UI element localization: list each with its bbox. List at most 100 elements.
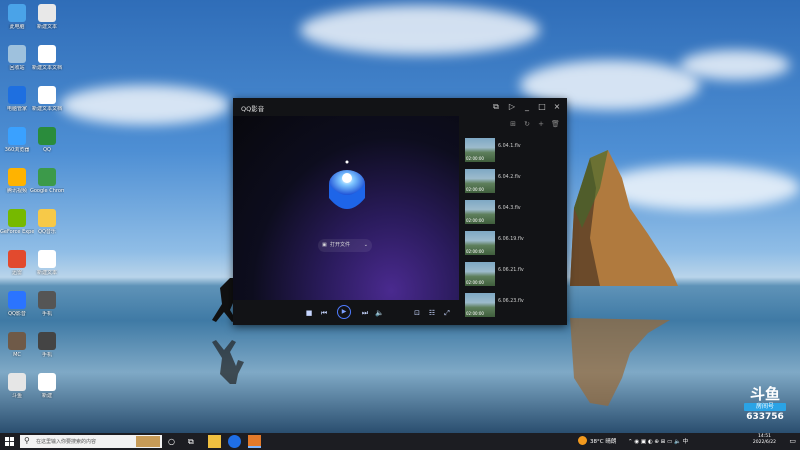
stop-icon[interactable]: ■ bbox=[305, 308, 313, 318]
minimize-button[interactable]: _ bbox=[522, 102, 532, 112]
desktop-icon[interactable]: 腾讯视频 bbox=[0, 168, 34, 194]
desktop-icon[interactable]: 新建文本 bbox=[30, 250, 64, 276]
desktop-icon-label: 手机 bbox=[41, 352, 52, 358]
desktop-app-icon bbox=[8, 127, 26, 145]
search-decoration-icon bbox=[136, 436, 160, 447]
playback-controls: ■ ⏮ ▶ ⏭ 🔈 ⊡ ☷ ⤢ bbox=[233, 300, 459, 325]
desktop-icon[interactable]: 360浏览器 bbox=[0, 127, 34, 153]
maximize-button[interactable]: □ bbox=[537, 102, 547, 112]
next-icon[interactable]: ⏭ bbox=[361, 308, 369, 318]
desktop-icon[interactable]: 回收站 bbox=[0, 45, 34, 71]
desktop-icon-label: QQ bbox=[43, 147, 51, 153]
desktop-icon-label: 360浏览器 bbox=[4, 147, 30, 153]
settings-icon[interactable]: ☷ bbox=[428, 308, 436, 318]
open-file-button[interactable]: ▣ 打开文件 ⌄ bbox=[318, 239, 372, 252]
file-explorer-icon[interactable] bbox=[208, 435, 221, 448]
cloud bbox=[680, 50, 790, 80]
cloud bbox=[60, 85, 230, 125]
rock-reflection bbox=[570, 318, 670, 406]
play-mode-icon[interactable]: ▷ bbox=[507, 102, 517, 112]
play-button[interactable]: ▶ bbox=[337, 305, 351, 319]
desktop-icon[interactable]: MC bbox=[0, 332, 34, 358]
desktop-icon[interactable]: 迅雷 bbox=[0, 250, 34, 276]
search-placeholder: 在这里输入你要搜索的内容 bbox=[36, 439, 97, 445]
qq-player-logo-icon bbox=[329, 160, 365, 209]
chevron-down-icon[interactable]: ⌄ bbox=[364, 239, 368, 252]
delete-icon[interactable]: 🗑 bbox=[551, 120, 560, 128]
video-duration: 02:00:00 bbox=[466, 249, 484, 254]
previous-icon[interactable]: ⏮ bbox=[320, 308, 328, 318]
task-switch-icon[interactable]: ⧉ bbox=[188, 435, 201, 448]
video-duration: 02:00:00 bbox=[466, 156, 484, 161]
video-thumbnail: 02:00:00 bbox=[465, 200, 495, 224]
desktop-app-icon bbox=[38, 45, 56, 63]
video-thumbnail: 02:00:00 bbox=[465, 262, 495, 286]
desktop-icon-label: MC bbox=[13, 352, 21, 358]
desktop-icon[interactable]: 此电脑 bbox=[0, 4, 34, 30]
qq-player-taskbar-icon[interactable] bbox=[228, 435, 241, 448]
video-thumbnail: 02:00:00 bbox=[465, 293, 495, 317]
desktop-icon[interactable]: 新建文本文档 bbox=[30, 45, 64, 71]
fullscreen-icon[interactable]: ⤢ bbox=[443, 308, 451, 318]
desktop-icon[interactable]: 新建文本文档 bbox=[30, 86, 64, 112]
desktop-app-icon bbox=[38, 168, 56, 186]
playlist-item[interactable]: 02:00:00 6.06.19.flv bbox=[465, 231, 565, 257]
video-filename: 6.04.1.flv bbox=[498, 144, 521, 149]
windows-start-icon[interactable] bbox=[5, 437, 14, 446]
desktop-icon[interactable]: QQ影音 bbox=[0, 291, 34, 317]
desktop-icon-label: QQ影音 bbox=[8, 311, 26, 317]
title-bar[interactable]: QQ影音 ⧉ ▷ _ □ × bbox=[233, 98, 567, 116]
weather-icon bbox=[578, 436, 587, 445]
desktop-icon-label: 腾讯视频 bbox=[6, 188, 27, 194]
desktop-app-icon bbox=[8, 332, 26, 350]
desktop-icon-label: 新建文本 bbox=[36, 24, 57, 30]
app-taskbar-icon[interactable] bbox=[248, 435, 261, 448]
desktop-icon[interactable]: 手机 bbox=[30, 291, 64, 317]
video-area[interactable]: ▣ 打开文件 ⌄ bbox=[233, 116, 459, 300]
video-thumbnail: 02:00:00 bbox=[465, 169, 495, 193]
loop-icon[interactable]: ↻ bbox=[523, 120, 531, 128]
desktop-icon[interactable]: QQ bbox=[30, 127, 64, 153]
desktop-app-icon bbox=[38, 332, 56, 350]
weather-text[interactable]: 38°C 晴朗 bbox=[590, 437, 616, 445]
video-filename: 6.06.23.flv bbox=[498, 299, 524, 304]
video-thumbnail: 02:00:00 bbox=[465, 138, 495, 162]
desktop-icon[interactable]: 新建文本 bbox=[30, 4, 64, 30]
desktop-icon[interactable]: QQ音乐 bbox=[30, 209, 64, 235]
subtitle-icon[interactable]: ⊡ bbox=[413, 308, 421, 318]
desktop-icon[interactable]: 新建 bbox=[30, 373, 64, 399]
list-icon[interactable]: ⊞ bbox=[509, 120, 517, 128]
video-filename: 6.06.21.flv bbox=[498, 268, 524, 273]
playlist-item[interactable]: 02:00:00 6.04.1.flv bbox=[465, 138, 565, 164]
app-title[interactable]: QQ影音 bbox=[241, 103, 264, 113]
volume-icon[interactable]: 🔈 bbox=[375, 308, 384, 318]
douyu-watermark: 斗鱼 房间号 633756 bbox=[742, 386, 788, 422]
video-duration: 02:00:00 bbox=[466, 187, 484, 192]
desktop-icon[interactable]: GeForce Experience bbox=[0, 209, 34, 235]
desktop-icon[interactable]: Google Chrome bbox=[30, 168, 64, 194]
desktop-icon[interactable]: 斗鱼 bbox=[0, 373, 34, 399]
tray-icons[interactable]: ⌃ ◉ ▣ ◐ ⊕ ⊞ ▭ 🔈 中 bbox=[628, 437, 688, 445]
task-view-icon[interactable]: ○ bbox=[168, 435, 181, 448]
close-button[interactable]: × bbox=[552, 102, 562, 112]
playlist-item[interactable]: 02:00:00 6.04.3.flv bbox=[465, 200, 565, 226]
desktop-icon[interactable]: 手机 bbox=[30, 332, 64, 358]
desktop-icon[interactable]: 电脑管家 bbox=[0, 86, 34, 112]
desktop-app-icon bbox=[8, 168, 26, 186]
sea-rock bbox=[570, 150, 678, 286]
add-icon[interactable]: + bbox=[537, 120, 545, 128]
search-input[interactable]: ⚲ 在这里输入你要搜索的内容 bbox=[20, 435, 162, 448]
desktop-icon-label: 迅雷 bbox=[11, 270, 22, 276]
notification-icon[interactable]: ▭ bbox=[789, 437, 796, 445]
desktop-app-icon bbox=[38, 250, 56, 268]
video-filename: 6.04.2.flv bbox=[498, 175, 521, 180]
playlist-item[interactable]: 02:00:00 6.04.2.flv bbox=[465, 169, 565, 195]
folder-icon: ▣ bbox=[322, 242, 327, 248]
desktop-app-icon bbox=[8, 45, 26, 63]
desktop-icon-label: 新建文本文档 bbox=[31, 106, 62, 112]
screenshot-icon[interactable]: ⧉ bbox=[491, 102, 501, 112]
clock[interactable]: 14:51 2022/6/22 bbox=[753, 434, 776, 446]
search-icon: ⚲ bbox=[24, 436, 30, 445]
playlist-item[interactable]: 02:00:00 6.06.23.flv bbox=[465, 293, 565, 319]
playlist-item[interactable]: 02:00:00 6.06.21.flv bbox=[465, 262, 565, 288]
